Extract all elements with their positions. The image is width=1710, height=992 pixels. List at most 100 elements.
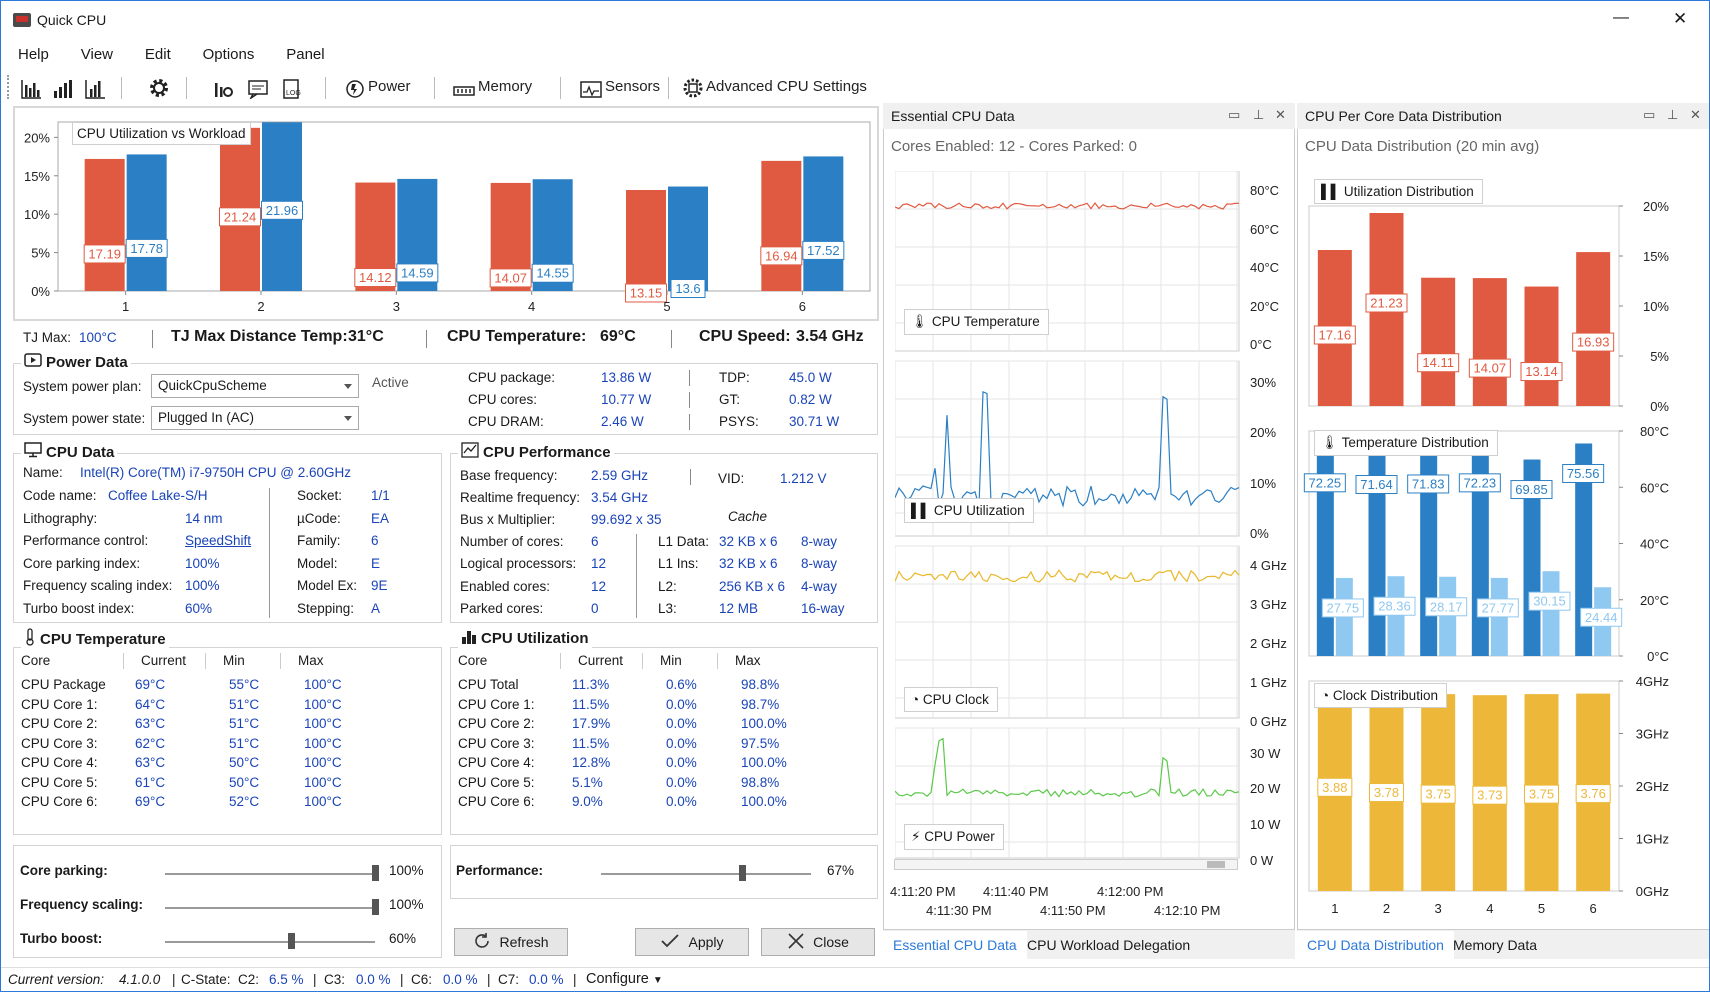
toolbar: LOG Power Memory Sensors Advanced CPU Se… <box>1 71 1709 105</box>
performance-slider[interactable] <box>601 873 811 875</box>
column-header[interactable]: Current <box>141 653 186 668</box>
refresh-button[interactable]: Refresh <box>454 928 568 956</box>
tab-cpu-data-distribution[interactable]: CPU Data Distribution <box>1297 931 1454 959</box>
pin-icon[interactable]: ⊥ <box>1253 107 1264 123</box>
menu-edit[interactable]: Edit <box>145 46 171 63</box>
log-icon[interactable]: LOG <box>280 75 304 99</box>
core-x-label: 2 <box>1383 901 1390 916</box>
table-cell: 0.0% <box>666 755 697 770</box>
num-cores-value: 6 <box>591 534 599 549</box>
power-plan-select[interactable]: QuickCpuScheme <box>151 374 359 398</box>
close-icon[interactable]: ✕ <box>1275 107 1286 123</box>
x-tick-label: 4 <box>528 299 535 314</box>
table-cell: 63°C <box>135 755 166 770</box>
toolbar-advanced-button[interactable]: Advanced CPU Settings <box>706 78 867 95</box>
close-window-button[interactable]: ✕ <box>1673 9 1687 29</box>
power-tick: 20 W <box>1250 781 1281 796</box>
maximize-icon[interactable]: ▭ <box>1228 107 1240 123</box>
tjmax-value: 100°C <box>79 330 117 345</box>
perf-control-link[interactable]: SpeedShift <box>185 533 251 548</box>
data-label: 17.52 <box>807 243 840 258</box>
menu-help[interactable]: Help <box>18 46 49 63</box>
column-header[interactable]: Max <box>298 653 324 668</box>
toolbar-memory-button[interactable]: Memory <box>478 78 532 95</box>
monitor-icon[interactable] <box>212 75 236 99</box>
bus-multiplier-value: 99.692 x 35 <box>591 512 662 527</box>
minimize-button[interactable]: — <box>1613 9 1629 27</box>
cpu-data-header: CPU Data <box>21 442 118 462</box>
data-label: 14.59 <box>401 265 434 280</box>
tab-cpu-workload-delegation[interactable]: CPU Workload Delegation <box>1017 931 1200 957</box>
percore-tabbar: CPU Data Distribution Memory Data <box>1297 929 1709 959</box>
data-label: 21.96 <box>266 203 299 218</box>
cache-l2-label: L2: <box>658 579 677 594</box>
bar <box>803 156 844 291</box>
cpu-settings-icon[interactable] <box>681 75 705 99</box>
bar-chart-icon[interactable] <box>19 75 43 99</box>
family-value: 6 <box>371 533 379 548</box>
util-distribution-tick: 15% <box>1643 249 1669 264</box>
power-icon[interactable] <box>343 75 367 99</box>
table-cell: 100.0% <box>741 755 787 770</box>
close-icon[interactable]: ✕ <box>1690 107 1701 123</box>
histogram-icon[interactable] <box>83 75 107 99</box>
freq-scaling-slider-thumb[interactable] <box>372 899 379 915</box>
turbo-boost-slider-thumb[interactable] <box>288 933 295 949</box>
toolbar-power-button[interactable]: Power <box>368 78 411 95</box>
table-cell: 100.0% <box>741 716 787 731</box>
table-cell: CPU Core 5: <box>458 774 535 790</box>
column-header[interactable]: Min <box>660 653 682 668</box>
menu-panel[interactable]: Panel <box>286 46 324 63</box>
column-chart-icon[interactable] <box>51 75 75 99</box>
percore-subtitle: CPU Data Distribution (20 min avg) <box>1305 138 1540 155</box>
memory-icon[interactable] <box>452 75 476 99</box>
toolbar-grip <box>7 75 11 99</box>
time-scrollbar[interactable] <box>894 859 1238 870</box>
freq-scaling-slider[interactable] <box>165 907 375 909</box>
tj-distance-value: 31°C <box>348 328 384 345</box>
tab-essential-cpu-data[interactable]: Essential CPU Data <box>883 931 1027 959</box>
message-icon[interactable] <box>246 75 270 99</box>
temp-tick: 0°C <box>1250 337 1272 352</box>
gear-icon[interactable] <box>147 75 171 99</box>
apply-button[interactable]: Apply <box>635 928 749 956</box>
time-tick: 4:12:10 PM <box>1154 903 1221 918</box>
scrollbar-thumb[interactable] <box>1207 861 1225 868</box>
menu-view[interactable]: View <box>81 46 113 63</box>
cache-l1i-size: 32 KB x 6 <box>719 556 778 571</box>
menu-options[interactable]: Options <box>203 46 255 63</box>
core-parking-slider-thumb[interactable] <box>372 865 379 881</box>
toolbar-sensors-button[interactable]: Sensors <box>605 78 660 95</box>
main-chart-title: CPU Utilization vs Workload <box>72 122 251 145</box>
table-cell: 100°C <box>304 677 342 692</box>
column-header[interactable]: Current <box>578 653 623 668</box>
configure-menu[interactable]: Configure ▼ <box>586 971 663 987</box>
sensors-icon[interactable] <box>579 75 603 99</box>
pin-icon[interactable]: ⊥ <box>1667 107 1678 123</box>
utilization-bar <box>1524 286 1559 406</box>
app-icon <box>13 13 31 27</box>
column-header[interactable]: Core <box>21 653 50 668</box>
core-parking-slider[interactable] <box>165 873 375 875</box>
clock-bar-label: 3.75 <box>1426 787 1451 802</box>
chevron-down-icon: ▼ <box>652 975 663 986</box>
tab-memory-data[interactable]: Memory Data <box>1443 931 1547 957</box>
column-header[interactable]: Min <box>223 653 245 668</box>
table-cell: 9.0% <box>572 794 603 809</box>
column-header[interactable]: Core <box>458 653 487 668</box>
table-cell: 12.8% <box>572 755 611 770</box>
parked-cores-value: 0 <box>591 601 599 616</box>
power-state-select[interactable]: Plugged In (AC) <box>151 406 359 430</box>
cpu-cores-power-value: 10.77 W <box>601 392 652 407</box>
close-button[interactable]: Close <box>761 928 875 956</box>
column-header[interactable]: Max <box>735 653 761 668</box>
cpu-performance-title: CPU Performance <box>483 443 611 461</box>
utilization-distribution-badge: ▌▌ Utilization Distribution <box>1314 179 1483 204</box>
turbo-boost-slider[interactable] <box>165 941 375 943</box>
maximize-icon[interactable]: ▭ <box>1643 107 1655 123</box>
util-tick: 0% <box>1250 526 1269 541</box>
logical-processors-value: 12 <box>591 556 607 571</box>
table-cell: CPU Core 6: <box>458 794 535 809</box>
performance-slider-thumb[interactable] <box>738 865 746 881</box>
cache-l1d-way: 8-way <box>801 534 838 549</box>
